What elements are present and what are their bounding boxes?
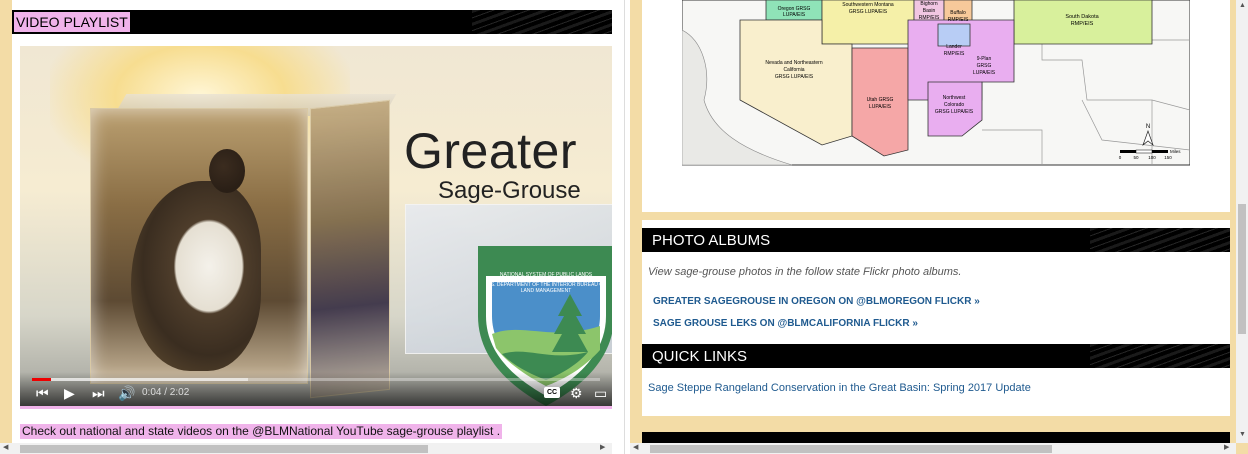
video-playlist-header: VIDEO PLAYLIST xyxy=(12,10,612,34)
region-label-colorado: Colorado xyxy=(944,102,965,108)
quick-links-title: QUICK LINKS xyxy=(652,348,748,365)
region-label-montana: Southwestern Montana xyxy=(842,2,894,8)
photo-albums-header: PHOTO ALBUMS xyxy=(642,228,1230,252)
region-label-bighorn: RMP/EIS xyxy=(919,15,940,21)
video-player[interactable]: Greater Sage-Grouse NATIONAL SYSTEM OF P… xyxy=(20,46,612,406)
region-label-lander: RMP/EIS xyxy=(944,51,965,57)
region-label-buffalo: RMP/EIS xyxy=(948,17,969,23)
region-label-colorado: Northwest xyxy=(943,95,966,101)
scroll-down-icon[interactable]: ▼ xyxy=(1239,431,1246,439)
captions-button[interactable]: CC xyxy=(544,387,560,398)
skip-next-icon[interactable]: ⏭ xyxy=(92,384,105,402)
video-cube-front xyxy=(90,108,308,384)
video-playlist-caption: Check out national and state videos on t… xyxy=(20,424,503,439)
region-label-south-dakota: RMP/EIS xyxy=(1071,21,1094,27)
sage-grouse-planning-map: Oregon GRSG LUPA/EIS Southwestern Montan… xyxy=(682,0,1190,166)
header-texture xyxy=(1090,344,1230,368)
scroll-thumb[interactable] xyxy=(650,445,1052,453)
blm-logo-top-text: NATIONAL SYSTEM OF PUBLIC LANDS xyxy=(499,272,593,278)
video-cube-side xyxy=(310,99,390,399)
region-label-south-dakota: South Dakota xyxy=(1065,14,1099,20)
video-playlist-title: VIDEO PLAYLIST xyxy=(14,12,130,32)
progress-played xyxy=(32,378,51,381)
left-horizontal-scrollbar[interactable]: ◀ ▶ xyxy=(0,443,612,454)
settings-gear-icon[interactable]: ⚙ xyxy=(570,384,583,402)
oregon-flickr-link[interactable]: GREATER SAGEGROUSE IN OREGON ON @BLMOREG… xyxy=(653,296,980,307)
region-label-9-plan: 9-Plan xyxy=(977,56,992,62)
right-vertical-scrollbar[interactable]: ▲ ▼ xyxy=(1236,0,1248,443)
scale-tick: 100 xyxy=(1148,155,1156,160)
blm-logo-text: U.S. DEPARTMENT OF THE INTERIOR BUREAU O… xyxy=(485,282,607,294)
region-label-bighorn: Bighorn xyxy=(920,1,937,7)
region-label-oregon: LUPA/EIS xyxy=(783,12,806,18)
header-texture xyxy=(472,10,612,34)
scroll-left-icon[interactable]: ◀ xyxy=(3,444,8,452)
scroll-left-icon[interactable]: ◀ xyxy=(633,444,638,452)
scroll-thumb[interactable] xyxy=(1238,204,1246,334)
quick-links-header: QUICK LINKS xyxy=(642,344,1230,368)
video-time: 0:04 / 2:02 xyxy=(142,387,190,398)
video-title-main: Greater xyxy=(404,123,578,179)
region-label-9-plan: LUPA/EIS xyxy=(973,70,996,76)
scale-bar-segment xyxy=(1152,150,1168,153)
region-label-lander: Lander xyxy=(946,44,962,50)
scale-tick: 150 xyxy=(1164,155,1172,160)
north-label: N xyxy=(1146,124,1150,130)
region-label-nevada: California xyxy=(783,67,804,73)
map-card: Oregon GRSG LUPA/EIS Southwestern Montan… xyxy=(642,0,1230,212)
scroll-up-icon[interactable]: ▲ xyxy=(1239,2,1246,10)
right-pane: Oregon GRSG LUPA/EIS Southwestern Montan… xyxy=(630,0,1248,454)
photo-albums-intro: View sage-grouse photos in the follow st… xyxy=(648,266,962,278)
region-label-nevada: Nevada and Northeastern xyxy=(765,60,822,66)
fullscreen-icon[interactable]: ▭ xyxy=(594,384,607,402)
scale-unit: Miles xyxy=(1170,149,1181,154)
scale-bar-segment xyxy=(1135,149,1153,154)
sage-steppe-update-link[interactable]: Sage Steppe Rangeland Conservation in th… xyxy=(648,382,1031,394)
photo-albums-title: PHOTO ALBUMS xyxy=(652,232,771,249)
scale-bar-segment xyxy=(1120,150,1136,153)
scroll-right-icon[interactable]: ▶ xyxy=(600,444,605,452)
skip-previous-icon[interactable]: ⏮ xyxy=(36,384,49,402)
video-caption-border xyxy=(20,406,612,409)
region-label-buffalo: Buffalo xyxy=(950,10,966,16)
volume-icon[interactable]: 🔊 xyxy=(118,384,135,402)
region-label-bighorn: Basin xyxy=(923,8,936,14)
region-label-utah: Utah GRSG xyxy=(867,97,894,103)
right-horizontal-scrollbar[interactable]: ◀ ▶ xyxy=(630,443,1236,454)
scroll-right-icon[interactable]: ▶ xyxy=(1224,444,1229,452)
video-title-sub: Sage-Grouse xyxy=(438,177,581,204)
sage-grouse-head xyxy=(209,149,245,193)
left-content: VIDEO PLAYLIST Greater Sage-Grouse NATIO… xyxy=(12,0,612,443)
scale-tick: 50 xyxy=(1133,155,1139,160)
region-label-nevada: GRSG LUPA/EIS xyxy=(775,74,814,80)
header-texture xyxy=(1090,228,1230,252)
progress-buffered xyxy=(32,378,248,381)
region-label-colorado: GRSG LUPA/EIS xyxy=(935,109,974,115)
scroll-thumb[interactable] xyxy=(20,445,428,453)
sage-grouse-image xyxy=(131,181,261,371)
region-label-montana: GRSG LUPA/EIS xyxy=(849,9,888,15)
region-label-utah: LUPA/EIS xyxy=(869,104,892,110)
left-pane: VIDEO PLAYLIST Greater Sage-Grouse NATIO… xyxy=(0,0,612,454)
region-label-9-plan: GRSG xyxy=(977,63,992,69)
progress-bar[interactable] xyxy=(32,378,600,381)
california-flickr-link[interactable]: SAGE GROUSE LEKS ON @BLMCALIFORNIA FLICK… xyxy=(653,318,918,329)
video-controls: ⏮ ▶ ⏭ 🔊 0:04 / 2:02 CC ⚙ ▭ xyxy=(20,372,612,406)
photo-albums-card: PHOTO ALBUMS View sage-grouse photos in … xyxy=(642,220,1230,416)
play-icon[interactable]: ▶ xyxy=(64,384,75,402)
